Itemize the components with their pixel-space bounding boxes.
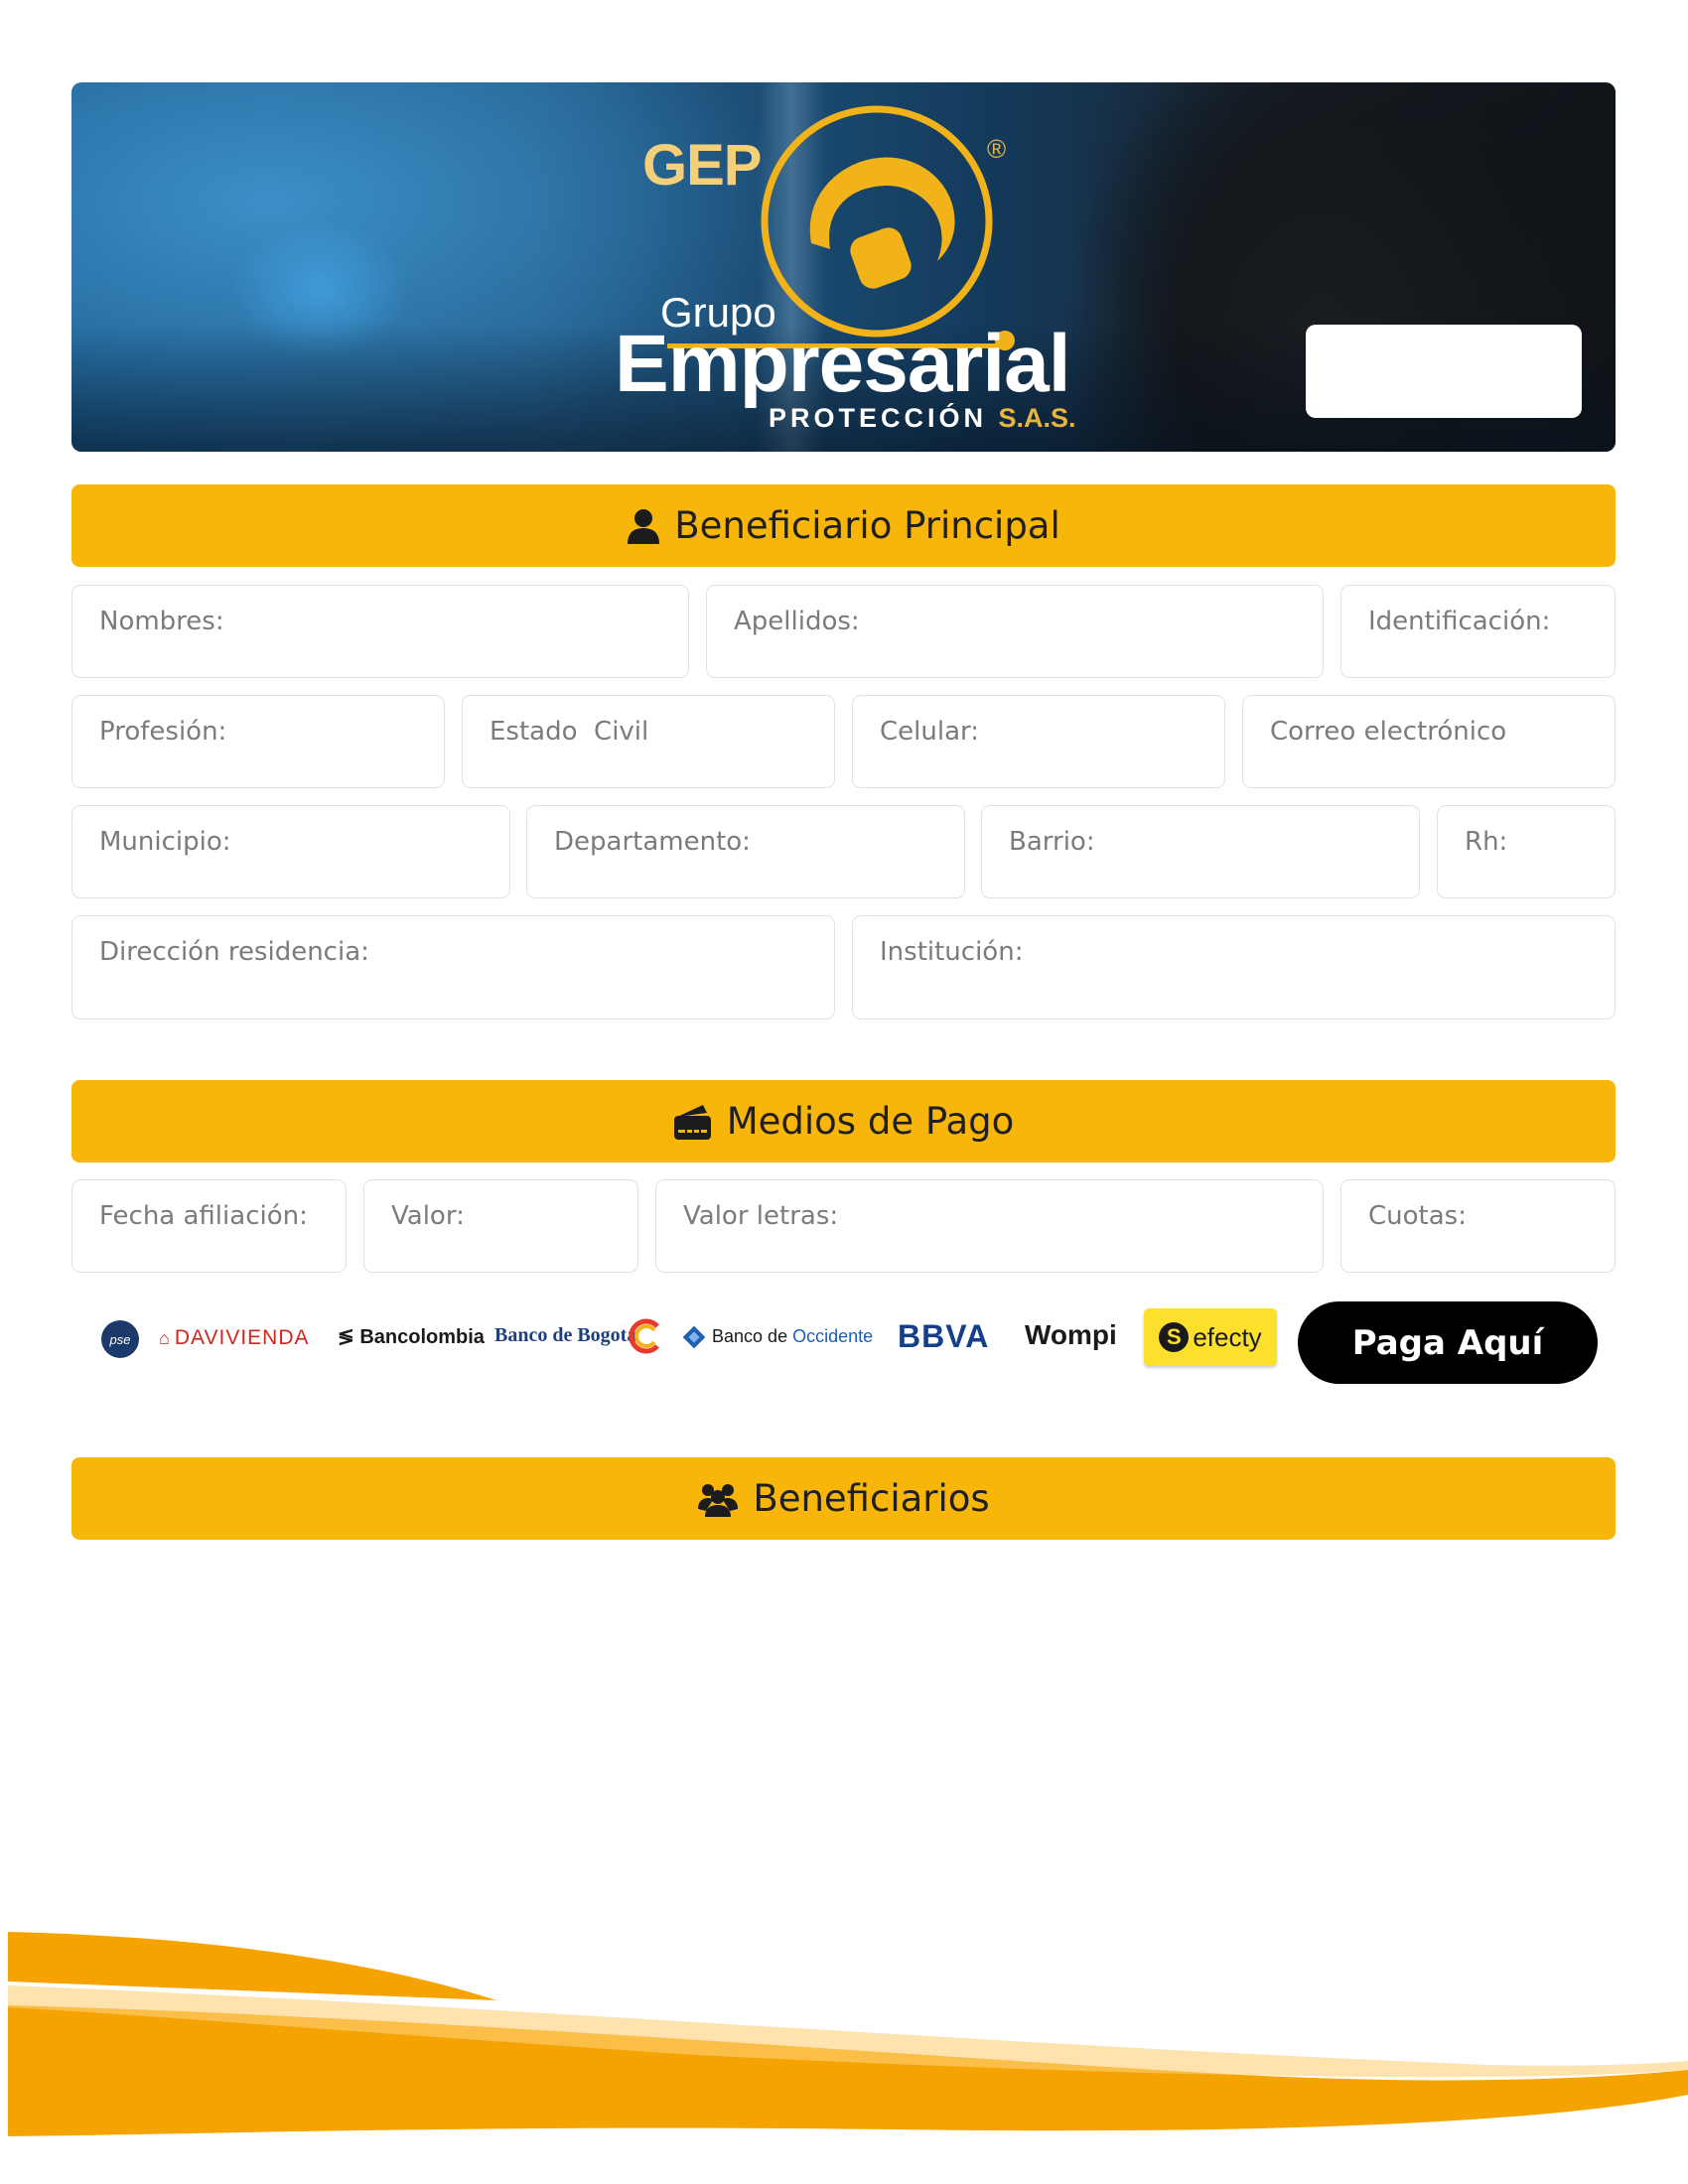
profesion-label: Profesión: xyxy=(99,717,227,747)
apellidos-label: Apellidos: xyxy=(734,607,860,636)
cuotas-field[interactable]: Cuotas: xyxy=(1340,1179,1616,1273)
efecty-text: efecty xyxy=(1193,1321,1262,1352)
paga-aqui-button[interactable]: Paga Aquí xyxy=(1298,1301,1598,1384)
correo-field[interactable]: Correo electrónico xyxy=(1242,695,1616,788)
direccion-label: Dirección residencia: xyxy=(99,937,369,967)
identificacion-field[interactable]: Identificación: xyxy=(1340,585,1616,678)
pse-logo: pse xyxy=(101,1320,139,1358)
banco-occidente-prefix: Banco de xyxy=(712,1325,793,1346)
apellidos-field[interactable]: Apellidos: xyxy=(706,585,1324,678)
departamento-field[interactable]: Departamento: xyxy=(526,805,965,898)
banco-bogota-mark-icon xyxy=(629,1318,659,1354)
section-title: Beneficiarios xyxy=(753,1477,990,1520)
direccion-field[interactable]: Dirección residencia: xyxy=(71,915,835,1020)
cuotas-label: Cuotas: xyxy=(1368,1201,1467,1231)
departamento-label: Departamento: xyxy=(554,827,751,857)
bbva-logo: BBVA xyxy=(898,1318,990,1354)
logo-empresarial-text: Empresarial xyxy=(615,319,1070,409)
header-banner: GEP ® Grupo Empresarial PROTECCIÓN S.A.S… xyxy=(71,82,1616,452)
municipio-field[interactable]: Municipio: xyxy=(71,805,510,898)
wompi-logo: Wompi xyxy=(1025,1319,1117,1350)
efecty-logo: S efecty xyxy=(1144,1308,1277,1366)
nombres-field[interactable]: Nombres: xyxy=(71,585,689,678)
estado-civil-field[interactable]: Estado Civil xyxy=(462,695,835,788)
user-icon xyxy=(628,508,660,544)
valor-field[interactable]: Valor: xyxy=(363,1179,638,1273)
rh-label: Rh: xyxy=(1465,827,1508,857)
davivienda-logo: ⌂ DAVIVIENDA xyxy=(159,1326,310,1350)
users-icon xyxy=(698,1483,739,1517)
valor-letras-label: Valor letras: xyxy=(683,1201,839,1231)
estado-civil-label: Estado Civil xyxy=(490,717,649,747)
institucion-field[interactable]: Institución: xyxy=(852,915,1616,1020)
house-icon: ⌂ xyxy=(159,1328,171,1348)
decorative-orange-waves xyxy=(8,1932,1688,2136)
banco-occidente-name: Occidente xyxy=(792,1325,874,1346)
section-header-beneficiario-principal: Beneficiario Principal xyxy=(71,484,1616,567)
logo-sas-text: S.A.S. xyxy=(998,403,1076,433)
section-title: Beneficiario Principal xyxy=(674,504,1060,547)
bancolombia-text: Bancolombia xyxy=(359,1326,485,1348)
nombres-label: Nombres: xyxy=(99,607,224,636)
bancolombia-stripes-icon: ≶ xyxy=(338,1326,360,1348)
diamond-icon xyxy=(682,1325,706,1349)
section-header-medios-de-pago: Medios de Pago xyxy=(71,1080,1616,1162)
correo-label: Correo electrónico xyxy=(1270,717,1507,747)
davivienda-text: DAVIVIENDA xyxy=(174,1326,310,1349)
celular-label: Celular: xyxy=(880,717,980,747)
barrio-field[interactable]: Barrio: xyxy=(981,805,1420,898)
bancolombia-logo: ≶ Bancolombia xyxy=(338,1324,485,1349)
logo-registered-mark: ® xyxy=(987,134,1007,164)
institucion-label: Institución: xyxy=(880,937,1024,967)
rh-field[interactable]: Rh: xyxy=(1437,805,1616,898)
profesion-field[interactable]: Profesión: xyxy=(71,695,445,788)
municipio-label: Municipio: xyxy=(99,827,231,857)
identificacion-label: Identificación: xyxy=(1368,607,1551,636)
efecty-mark-icon: S xyxy=(1159,1322,1190,1352)
section-header-beneficiarios: Beneficiarios xyxy=(71,1457,1616,1540)
banner-blank-box xyxy=(1306,325,1582,418)
logo-gep-text: GEP xyxy=(642,133,762,198)
logo-proteccion-text: PROTECCIÓN S.A.S. xyxy=(769,405,1076,432)
section-title: Medios de Pago xyxy=(726,1100,1015,1143)
barrio-label: Barrio: xyxy=(1009,827,1095,857)
logo-proteccion-word: PROTECCIÓN xyxy=(769,403,988,433)
banco-occidente-logo: Banco de Occidente xyxy=(681,1324,873,1350)
banco-bogota-logo: Banco de Bogotá xyxy=(494,1324,637,1346)
valor-letras-field[interactable]: Valor letras: xyxy=(655,1179,1324,1273)
valor-label: Valor: xyxy=(391,1201,465,1231)
celular-field[interactable]: Celular: xyxy=(852,695,1225,788)
wallet-icon xyxy=(673,1104,711,1140)
fecha-afiliacion-field[interactable]: Fecha afiliación: xyxy=(71,1179,347,1273)
fecha-afiliacion-label: Fecha afiliación: xyxy=(99,1201,308,1231)
